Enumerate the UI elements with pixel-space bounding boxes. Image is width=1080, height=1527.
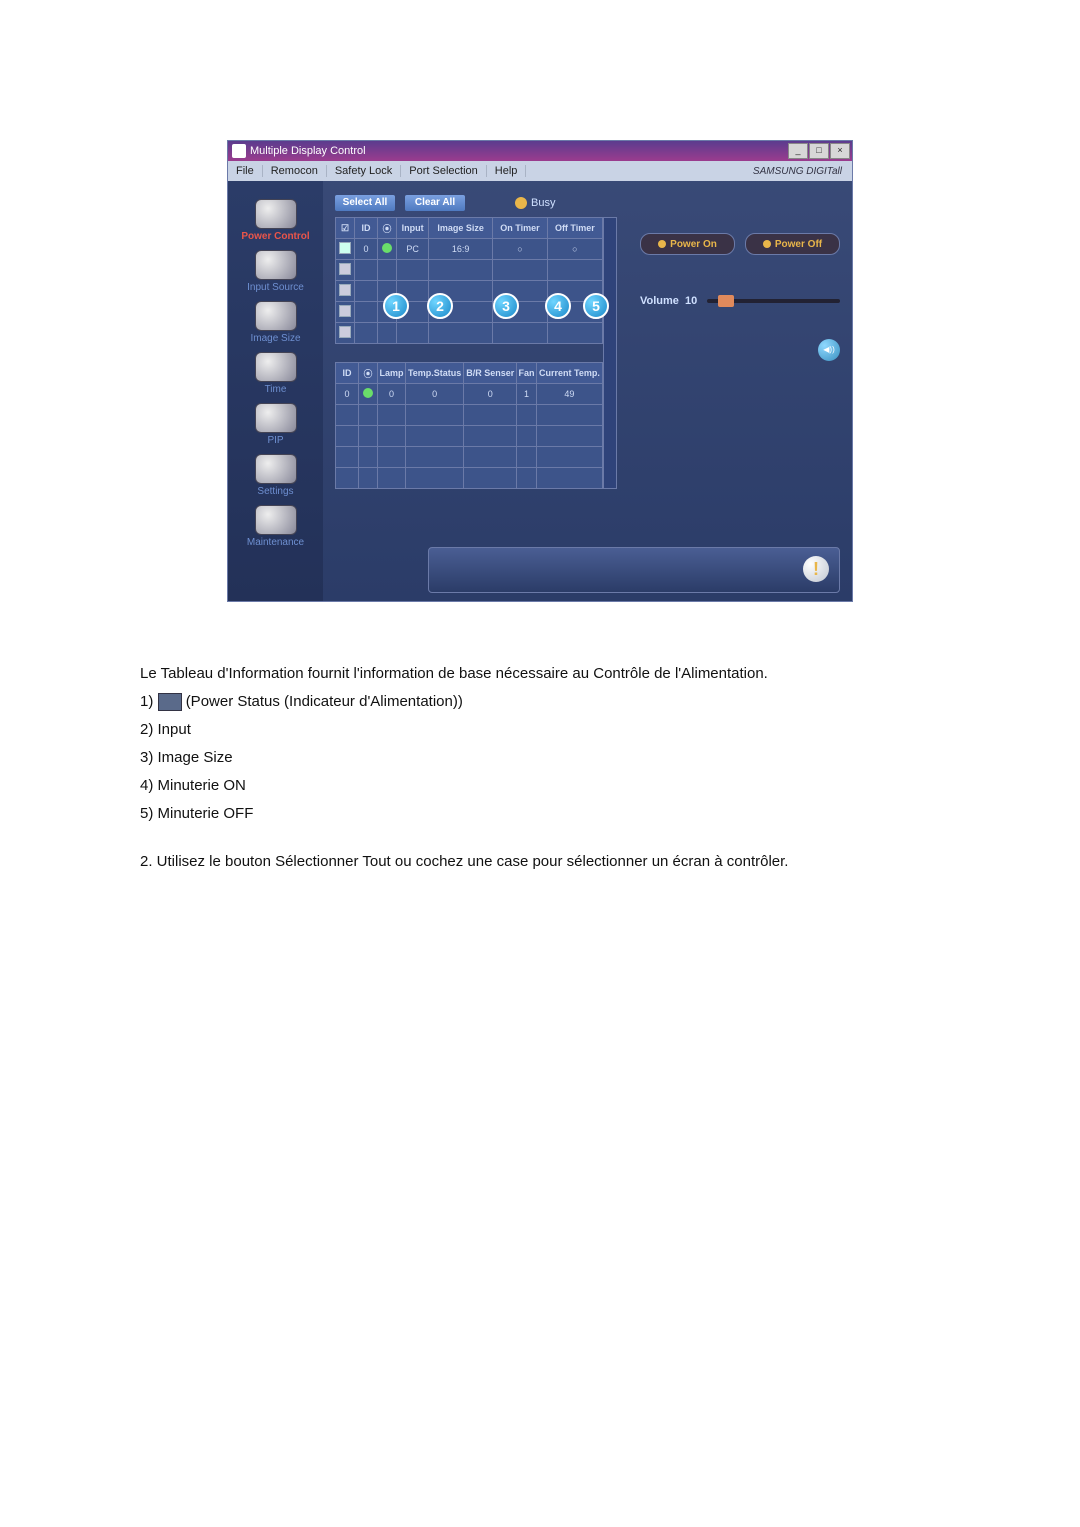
status-led-icon xyxy=(382,243,392,253)
doc-line-2: 2. Utilisez le bouton Sélectionner Tout … xyxy=(140,850,940,874)
doc-intro: Le Tableau d'Information fournit l'infor… xyxy=(140,662,940,686)
close-button[interactable]: × xyxy=(830,143,850,159)
menu-port-selection[interactable]: Port Selection xyxy=(401,165,486,177)
minimize-button[interactable]: _ xyxy=(788,143,808,159)
info-icon[interactable]: ! xyxy=(803,556,829,582)
row-checkbox[interactable] xyxy=(339,326,351,338)
sidebar-item-time[interactable]: Time xyxy=(228,352,323,395)
scrollbar[interactable] xyxy=(603,217,617,489)
table-row[interactable]: 0 0 0 0 1 49 xyxy=(336,384,603,405)
volume-value: 10 xyxy=(685,295,697,307)
slider-thumb[interactable] xyxy=(718,295,734,307)
speaker-icon[interactable]: ◀)) xyxy=(818,339,840,361)
menu-file[interactable]: File xyxy=(228,165,263,177)
col-id: ID xyxy=(355,218,378,239)
image-size-icon xyxy=(255,301,297,331)
table-row[interactable] xyxy=(336,447,603,468)
doc-item-3: 3) Image Size xyxy=(140,746,940,770)
col-off-timer: Off Timer xyxy=(547,218,602,239)
col-on-timer: On Timer xyxy=(493,218,548,239)
table-row[interactable] xyxy=(336,323,603,344)
sidebar: Power Control Input Source Image Size Ti… xyxy=(228,181,323,601)
doc-item-1: 1) (Power Status (Indicateur d'Alimentat… xyxy=(140,690,940,714)
info-table-1: ☑ ID ⦿ Input Image Size On Timer Off Tim… xyxy=(335,217,603,344)
table-row[interactable]: 0 PC 16:9 ○ ○ xyxy=(336,239,603,260)
table-row[interactable] xyxy=(336,405,603,426)
document-text: Le Tableau d'Information fournit l'infor… xyxy=(140,662,940,874)
menu-help[interactable]: Help xyxy=(487,165,527,177)
titlebar: Multiple Display Control _ □ × xyxy=(228,141,852,161)
power-status-icon xyxy=(158,693,182,711)
clear-all-button[interactable]: Clear All xyxy=(405,195,465,211)
row-checkbox[interactable] xyxy=(339,242,351,254)
sidebar-item-settings[interactable]: Settings xyxy=(228,454,323,497)
callout-3: 3 xyxy=(493,293,519,319)
pip-icon xyxy=(255,403,297,433)
callout-2: 2 xyxy=(427,293,453,319)
col-image-size: Image Size xyxy=(429,218,493,239)
sidebar-item-input-source[interactable]: Input Source xyxy=(228,250,323,293)
doc-item-5: 5) Minuterie OFF xyxy=(140,802,940,826)
table-row[interactable] xyxy=(336,468,603,489)
sidebar-item-pip[interactable]: PIP xyxy=(228,403,323,446)
col-status: ⦿ xyxy=(378,218,397,239)
maximize-button[interactable]: □ xyxy=(809,143,829,159)
menu-safety-lock[interactable]: Safety Lock xyxy=(327,165,401,177)
info-table-2: ID ⦿ Lamp Temp.Status B/R Senser Fan Cur… xyxy=(335,362,603,489)
col-id: ID xyxy=(336,363,359,384)
doc-item-4: 4) Minuterie ON xyxy=(140,774,940,798)
app-window: Multiple Display Control _ □ × File Remo… xyxy=(227,140,853,602)
input-icon xyxy=(255,250,297,280)
app-icon xyxy=(232,144,246,158)
table-row[interactable] xyxy=(336,260,603,281)
power-icon xyxy=(255,199,297,229)
busy-indicator: Busy xyxy=(515,197,555,209)
col-current-temp: Current Temp. xyxy=(536,363,602,384)
row-checkbox[interactable] xyxy=(339,284,351,296)
volume-slider[interactable] xyxy=(707,299,840,303)
window-title: Multiple Display Control xyxy=(250,145,366,157)
dot-icon xyxy=(658,240,666,248)
menu-remocon[interactable]: Remocon xyxy=(263,165,327,177)
row-checkbox[interactable] xyxy=(339,305,351,317)
col-br-senser: B/R Senser xyxy=(464,363,517,384)
dot-icon xyxy=(763,240,771,248)
col-lamp: Lamp xyxy=(378,363,406,384)
sidebar-item-image-size[interactable]: Image Size xyxy=(228,301,323,344)
col-status: ⦿ xyxy=(359,363,378,384)
power-on-button[interactable]: Power On xyxy=(640,233,735,255)
status-led-icon xyxy=(363,388,373,398)
callout-5: 5 xyxy=(583,293,609,319)
callout-4: 4 xyxy=(545,293,571,319)
doc-item-2: 2) Input xyxy=(140,718,940,742)
maintenance-icon xyxy=(255,505,297,535)
time-icon xyxy=(255,352,297,382)
status-bar: ! xyxy=(428,547,840,593)
col-temp-status: Temp.Status xyxy=(405,363,463,384)
power-off-button[interactable]: Power Off xyxy=(745,233,840,255)
col-input: Input xyxy=(397,218,429,239)
volume-control: Volume 10 xyxy=(640,295,840,307)
row-checkbox[interactable] xyxy=(339,263,351,275)
col-checkbox: ☑ xyxy=(336,218,355,239)
settings-icon xyxy=(255,454,297,484)
sidebar-item-power-control[interactable]: Power Control xyxy=(228,199,323,242)
select-all-button[interactable]: Select All xyxy=(335,195,395,211)
busy-dot-icon xyxy=(515,197,527,209)
col-fan: Fan xyxy=(517,363,537,384)
volume-label: Volume xyxy=(640,295,679,307)
table-row[interactable] xyxy=(336,426,603,447)
callouts: 1 2 3 4 5 xyxy=(453,293,609,319)
sidebar-item-maintenance[interactable]: Maintenance xyxy=(228,505,323,548)
callout-1: 1 xyxy=(383,293,409,319)
brand-label: SAMSUNG DIGITall xyxy=(753,166,842,177)
